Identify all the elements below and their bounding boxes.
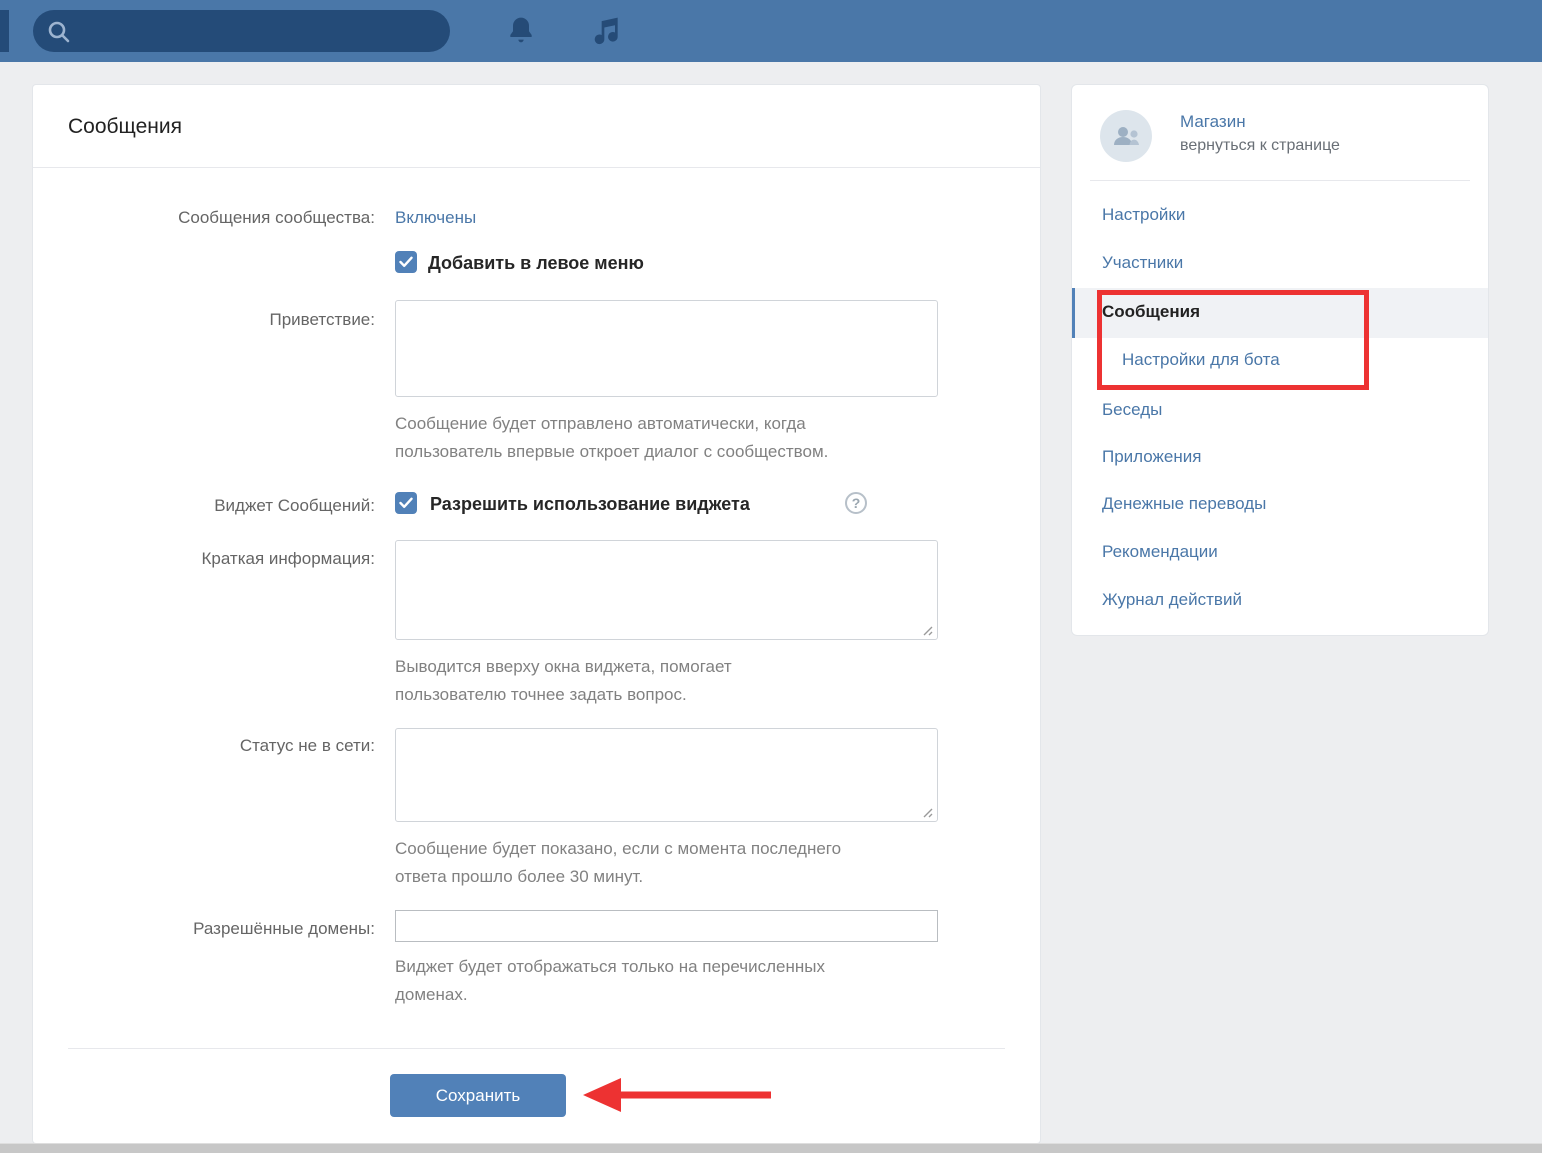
annotation-red-arrow-icon — [583, 1075, 773, 1115]
greeting-help: Сообщение будет отправлено автоматически… — [395, 410, 828, 466]
sidebar-item-chats[interactable]: Беседы — [1102, 400, 1162, 420]
sidebar-item-members[interactable]: Участники — [1102, 253, 1183, 273]
back-to-page-link[interactable]: вернуться к странице — [1180, 137, 1340, 155]
offline-status-label: Статус не в сети: — [33, 736, 375, 756]
notifications-bell-icon[interactable] — [505, 15, 537, 47]
left-edge-pill-fragment — [0, 10, 9, 52]
top-nav-bar — [0, 0, 1542, 62]
offline-help-line1: Сообщение будет показано, если с момента… — [395, 835, 841, 863]
short-info-help: Выводится вверху окна виджета, помогает … — [395, 653, 732, 709]
add-left-menu-label: Добавить в левое меню — [428, 253, 644, 274]
allow-widget-label: Разрешить использование виджета — [430, 494, 750, 515]
offline-help-line2: ответа прошло более 30 минут. — [395, 863, 841, 891]
allow-widget-checkbox[interactable] — [395, 492, 417, 514]
greeting-help-line1: Сообщение будет отправлено автоматически… — [395, 410, 828, 438]
short-info-textarea[interactable] — [395, 540, 938, 640]
short-info-label: Краткая информация: — [33, 549, 375, 569]
messages-widget-label: Виджет Сообщений: — [33, 496, 375, 516]
widget-help-icon[interactable]: ? — [845, 492, 867, 514]
music-icon[interactable] — [591, 15, 623, 47]
checkmark-icon — [399, 497, 413, 509]
horizontal-scrollbar[interactable] — [0, 1143, 1542, 1153]
checkmark-icon — [399, 256, 413, 268]
allowed-domains-input[interactable] — [395, 910, 938, 942]
sidebar-item-action-log[interactable]: Журнал действий — [1102, 590, 1242, 610]
sidebar-item-recommendations[interactable]: Рекомендации — [1102, 542, 1218, 562]
greeting-textarea[interactable] — [395, 300, 938, 397]
page: Сообщения Сообщения сообщества: Включены… — [0, 0, 1542, 1153]
sidebar-item-apps[interactable]: Приложения — [1102, 447, 1201, 467]
community-messages-status-link[interactable]: Включены — [395, 208, 476, 228]
offline-status-textarea[interactable] — [395, 728, 938, 822]
community-avatar[interactable] — [1100, 110, 1152, 162]
sidebar-item-settings[interactable]: Настройки — [1102, 205, 1185, 225]
domains-help-line1: Виджет будет отображаться только на пере… — [395, 953, 825, 981]
offline-status-help: Сообщение будет показано, если с момента… — [395, 835, 841, 891]
community-menu-card: Магазин вернуться к странице Настройки У… — [1072, 85, 1488, 635]
sidebar-item-money-transfers[interactable]: Денежные переводы — [1102, 494, 1266, 514]
short-info-help-line2: пользователю точнее задать вопрос. — [395, 681, 732, 709]
save-button[interactable]: Сохранить — [390, 1074, 566, 1117]
messages-settings-card: Сообщения Сообщения сообщества: Включены… — [33, 85, 1040, 1143]
community-messages-label: Сообщения сообщества: — [33, 208, 375, 228]
greeting-label: Приветствие: — [33, 310, 375, 330]
community-name-link[interactable]: Магазин — [1180, 112, 1246, 132]
active-item-accent-bar — [1072, 288, 1075, 338]
greeting-help-line2: пользователь впервые откроет диалог с со… — [395, 438, 828, 466]
search-input[interactable] — [33, 10, 450, 52]
people-icon — [1111, 124, 1141, 148]
domains-help-line2: доменах. — [395, 981, 825, 1009]
sidebar-divider — [1090, 180, 1470, 181]
annotation-red-box — [1097, 290, 1369, 390]
allowed-domains-label: Разрешённые домены: — [33, 919, 375, 939]
footer-divider — [68, 1048, 1005, 1049]
search-icon — [46, 19, 72, 45]
allowed-domains-help: Виджет будет отображаться только на пере… — [395, 953, 825, 1009]
card-header-divider — [33, 167, 1040, 168]
page-title: Сообщения — [68, 115, 182, 139]
add-left-menu-checkbox[interactable] — [395, 251, 417, 273]
short-info-help-line1: Выводится вверху окна виджета, помогает — [395, 653, 732, 681]
